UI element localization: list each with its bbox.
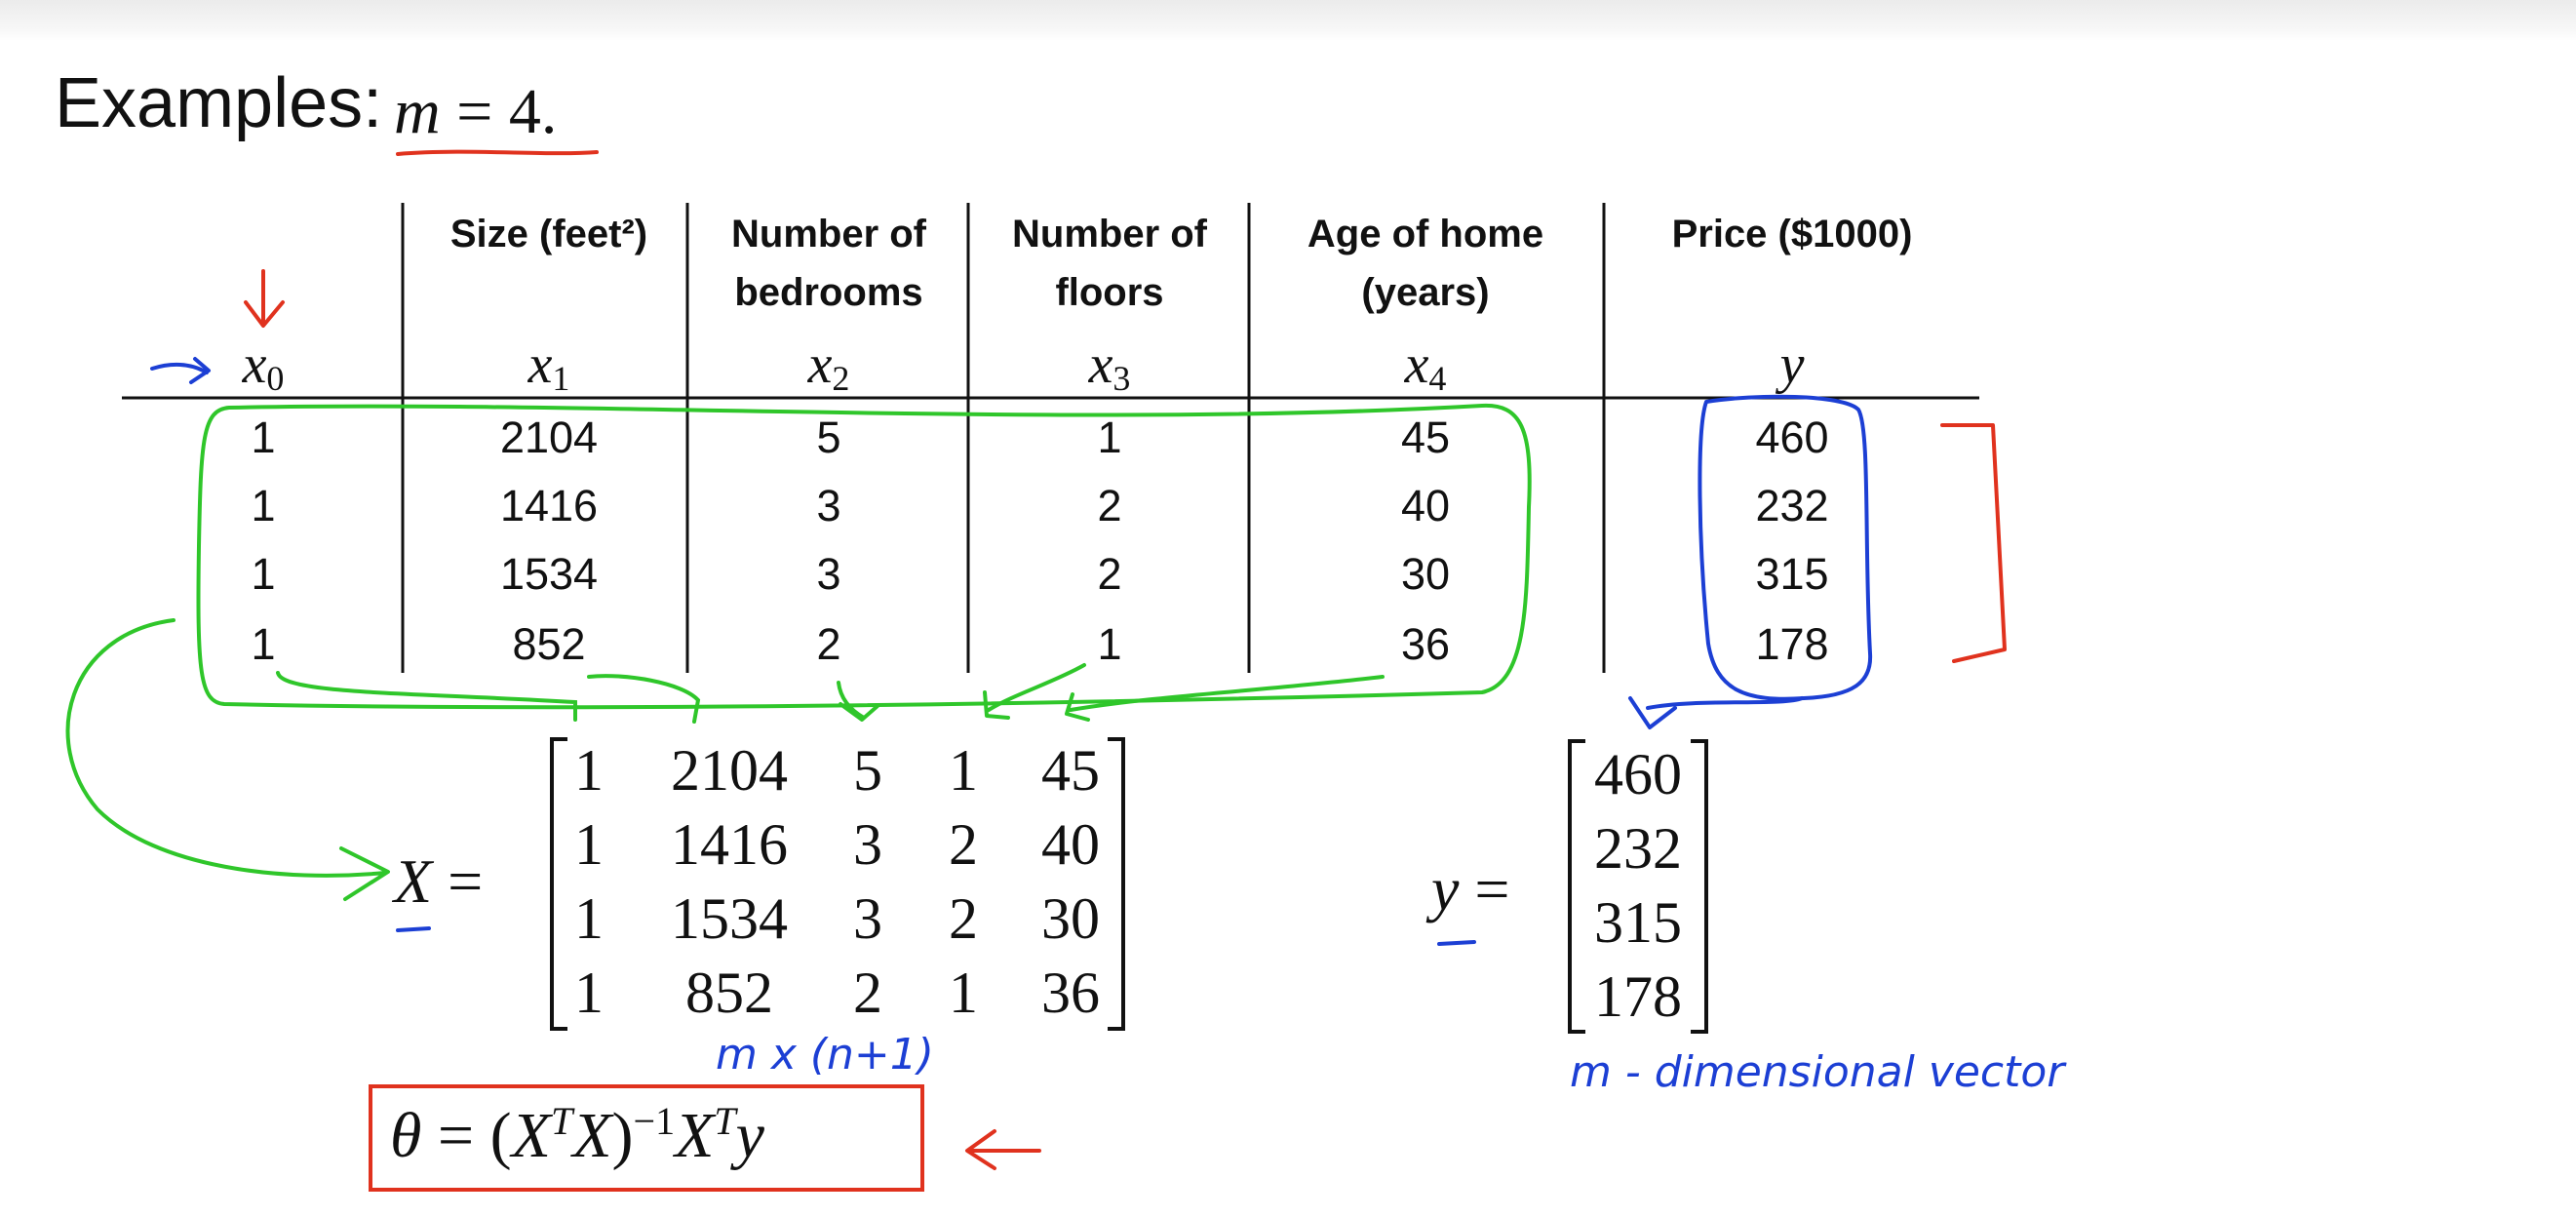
table-cell: 1: [1097, 412, 1122, 462]
table-cell: 315: [1755, 549, 1829, 599]
vector-y-brackets: [1568, 739, 1708, 1034]
matrix-cell: 2: [949, 812, 978, 877]
normal-equation: θ = (XTX)−1XTy: [390, 1099, 764, 1171]
symbol-x4: x4: [1404, 334, 1447, 398]
table-cell: 2: [1097, 549, 1122, 599]
table-cell: 2104: [499, 412, 599, 462]
col-header-price: Price ($1000): [1671, 213, 1913, 255]
m-value: = 4.: [440, 76, 558, 147]
matrix-dimension-note: m x (n+1): [716, 1030, 934, 1080]
table-cell: 2: [816, 619, 841, 669]
matrix-cell: 2: [949, 886, 978, 951]
symbol-x3: x3: [1088, 334, 1131, 398]
table-cell: 3: [816, 549, 841, 599]
m-variable: m: [394, 76, 441, 147]
table-cell: 460: [1755, 412, 1829, 462]
col-header-floors: Number of floors: [1012, 213, 1207, 314]
slide-heading: Examples:: [55, 64, 383, 142]
table-cell: 1: [251, 481, 276, 530]
matrix-cell: 1: [574, 812, 604, 877]
table-cell: 2: [1097, 481, 1122, 530]
table-cell: 1: [251, 549, 276, 599]
matrix-cell: 3: [853, 886, 882, 951]
matrix-cell: 1: [574, 738, 604, 803]
vector-dimension-note: m - dimensional vector: [1570, 1047, 2065, 1097]
matrix-cell: 1534: [671, 886, 788, 951]
matrix-cell: 1: [949, 961, 978, 1025]
symbol-x1: x1: [527, 334, 570, 398]
matrix-cell: 40: [1041, 812, 1100, 877]
handwritten-annotations: [65, 149, 2007, 1170]
vector-y-label: y =: [1431, 854, 1510, 923]
blue-arrow-icon: [150, 357, 211, 384]
symbol-x2: x2: [807, 334, 850, 398]
table-cell: 30: [1400, 549, 1451, 599]
red-underline: [396, 149, 599, 156]
table-cell: 1416: [499, 481, 599, 530]
matrix-x-brackets: [550, 737, 1125, 1031]
matrix-cell: 5: [853, 738, 882, 803]
red-bracket: [1940, 423, 2007, 663]
table-cell: 45: [1400, 412, 1451, 462]
matrix-x-label: X =: [394, 846, 484, 916]
matrix-cell: 3: [853, 812, 882, 877]
matrix-cell: 45: [1041, 738, 1100, 803]
matrix-cell: 30: [1041, 886, 1100, 951]
table-cell: 232: [1755, 481, 1829, 530]
matrix-cell: 1: [574, 886, 604, 951]
green-arrow-to-matrix: [65, 618, 390, 901]
col-header-size: Size (feet²): [449, 213, 648, 255]
table-cell: 40: [1400, 481, 1451, 530]
matrix-cell: 1: [949, 738, 978, 803]
matrix-cell: 1416: [671, 812, 788, 877]
matrix-cell: 2104: [671, 738, 788, 803]
matrix-cell: 2: [853, 961, 882, 1025]
green-feature-box: [196, 403, 1532, 710]
matrix-cell: 1: [574, 961, 604, 1025]
symbol-x0: x0: [242, 334, 285, 398]
table-cell: 1: [1097, 619, 1122, 669]
table-cell: 178: [1755, 619, 1829, 669]
table-cell: 1: [251, 619, 276, 669]
vector-cell: 460: [1594, 742, 1682, 806]
table-grid: [122, 203, 1979, 673]
table-cell: 1: [251, 412, 276, 462]
table-cell: 852: [512, 619, 586, 669]
table-cell: 1534: [499, 549, 599, 599]
table-cell: 36: [1400, 619, 1451, 669]
sample-count-formula: m = 4.: [394, 80, 557, 144]
video-top-bar: [0, 0, 2576, 41]
vector-cell: 178: [1594, 964, 1682, 1029]
table-cell: 3: [816, 481, 841, 530]
symbol-y: y: [1779, 334, 1805, 395]
blue-arrow-to-vector: [1628, 696, 1804, 729]
matrix-cell: 36: [1041, 961, 1100, 1025]
col-header-age: Age of home (years): [1307, 213, 1544, 314]
vector-cell: 232: [1594, 816, 1682, 881]
red-down-arrow-icon: [244, 269, 285, 328]
matrix-cell: 852: [685, 961, 773, 1025]
table-cell: 5: [816, 412, 841, 462]
col-header-bedrooms: Number of bedrooms: [731, 213, 926, 314]
red-left-arrow-icon: [965, 1129, 1041, 1170]
vector-cell: 315: [1594, 890, 1682, 955]
